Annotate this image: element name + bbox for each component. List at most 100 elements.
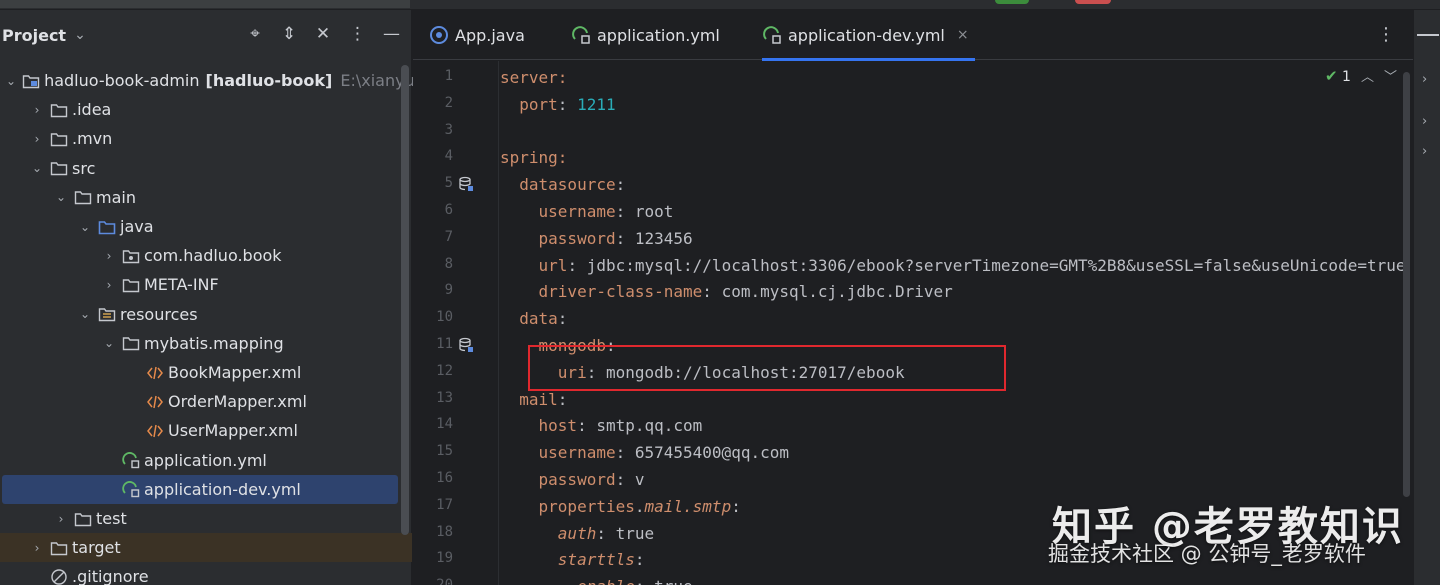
chevron-down-icon[interactable]: ⌄ bbox=[30, 161, 44, 175]
chevron-right-icon[interactable]: › bbox=[1422, 114, 1427, 129]
code-line[interactable]: auth: true bbox=[500, 520, 654, 547]
code-line[interactable]: starttls: bbox=[500, 546, 645, 573]
tree-item-label: UserMapper.xml bbox=[168, 421, 298, 441]
code-line[interactable]: username: root bbox=[500, 198, 674, 225]
module-folder-icon bbox=[22, 72, 40, 90]
tree-item-label: mybatis.mapping bbox=[144, 333, 284, 353]
chevron-down-icon[interactable]: ⌄ bbox=[78, 220, 92, 234]
tree-item[interactable]: application-dev.yml bbox=[2, 474, 398, 504]
chevron-right-icon[interactable]: › bbox=[1422, 144, 1427, 159]
code-token: . bbox=[634, 496, 645, 516]
code-line[interactable]: password: 123456 bbox=[500, 225, 693, 252]
database-icon[interactable] bbox=[458, 337, 474, 357]
tree-item[interactable]: UserMapper.xml bbox=[0, 416, 412, 445]
chevron-right-icon[interactable]: › bbox=[1422, 72, 1427, 87]
minimize-icon[interactable] bbox=[1417, 34, 1439, 36]
tree-item[interactable]: › .idea bbox=[0, 95, 412, 124]
tree-item-label: test bbox=[96, 509, 127, 528]
tree-item[interactable]: › META-INF bbox=[0, 270, 412, 299]
code-token: : bbox=[557, 94, 578, 114]
code-token: url bbox=[538, 255, 568, 275]
chevron-right-icon[interactable]: › bbox=[30, 132, 44, 146]
chevron-right-icon[interactable]: › bbox=[102, 249, 116, 263]
tree-item[interactable]: › com.hadluo.book bbox=[0, 241, 412, 270]
more-icon[interactable]: ⋮ bbox=[1377, 24, 1395, 45]
chevron-down-icon[interactable]: ﹀ bbox=[1384, 66, 1397, 85]
code-token: : v bbox=[615, 470, 645, 489]
code-token: username bbox=[538, 443, 616, 463]
tree-item[interactable]: .gitignore bbox=[0, 562, 412, 585]
line-number: 9 bbox=[444, 282, 453, 299]
code-line[interactable]: enable: true bbox=[500, 573, 693, 585]
stop-indicator[interactable] bbox=[1075, 0, 1111, 4]
minimize-icon[interactable]: — bbox=[383, 24, 400, 44]
chevron-right-icon[interactable]: › bbox=[30, 103, 44, 117]
close-icon[interactable]: × bbox=[957, 27, 969, 43]
tree-item[interactable]: ⌄ src bbox=[0, 154, 412, 183]
tree-item-label: .idea bbox=[72, 100, 112, 120]
locate-icon[interactable]: ⌖ bbox=[247, 24, 263, 44]
code-line[interactable]: driver-class-name: com.mysql.cj.jdbc.Dri… bbox=[500, 278, 953, 305]
tab-label: App.java bbox=[455, 25, 525, 45]
chevron-down-icon[interactable]: ⌄ bbox=[6, 74, 16, 88]
tree-item-label: application.yml bbox=[144, 450, 267, 470]
more-icon[interactable]: ⋮ bbox=[349, 24, 366, 44]
code-line[interactable]: port: 1211 bbox=[500, 91, 615, 118]
code-line[interactable]: properties.mail.smtp: bbox=[500, 493, 741, 520]
chevron-down-icon[interactable]: ⌄ bbox=[78, 307, 92, 321]
chevron-right-icon[interactable]: › bbox=[102, 278, 116, 292]
code-line[interactable]: username: 657455400@qq.com bbox=[500, 439, 789, 466]
project-panel: Project ⌄ ⌖ ⇕ ✕ ⋮ — ⌄ hadluo-book-admin [h… bbox=[0, 10, 443, 585]
tree-item[interactable]: › test bbox=[0, 504, 412, 533]
tab-application-yml[interactable]: application.yml bbox=[571, 10, 720, 60]
code-line[interactable]: password: v bbox=[500, 466, 645, 493]
tree-item[interactable]: ⌄ mybatis.mapping bbox=[0, 329, 412, 358]
chevron-right-icon[interactable]: › bbox=[54, 512, 68, 526]
project-panel-title[interactable]: Project bbox=[2, 26, 66, 45]
line-number: 5 bbox=[444, 175, 453, 192]
editor-scrollbar[interactable] bbox=[1403, 72, 1410, 497]
run-indicator[interactable] bbox=[995, 0, 1029, 4]
line-number: 15 bbox=[436, 443, 453, 460]
tab-application-dev-yml[interactable]: application-dev.yml × bbox=[762, 10, 975, 61]
tree-item[interactable]: › .mvn bbox=[0, 124, 412, 153]
inspection-widget[interactable]: ✔ 1 ︿ ﹀ bbox=[1325, 66, 1397, 86]
line-number: 10 bbox=[436, 309, 453, 326]
project-scrollbar[interactable] bbox=[401, 65, 409, 535]
tree-item[interactable]: OrderMapper.xml bbox=[0, 387, 412, 416]
folder-icon bbox=[74, 510, 92, 528]
tree-item[interactable]: ⌄ main bbox=[0, 183, 412, 212]
close-all-icon[interactable]: ✕ bbox=[315, 24, 331, 44]
chevron-down-icon[interactable]: ⌄ bbox=[54, 190, 68, 204]
tree-item[interactable]: ⌄ hadluo-book-admin [hadluo-book] E:\xianyu… bbox=[0, 66, 443, 95]
chevron-up-icon[interactable]: ︿ bbox=[1361, 66, 1374, 85]
tree-item[interactable]: BookMapper.xml bbox=[0, 358, 412, 387]
tree-item[interactable]: application.yml bbox=[0, 446, 412, 475]
code-line[interactable]: server: bbox=[500, 64, 567, 91]
tree-item[interactable]: › target bbox=[0, 533, 412, 563]
code-line[interactable]: url: jdbc:mysql://localhost:3306/ebook?s… bbox=[500, 252, 1406, 279]
chevron-right-icon[interactable]: › bbox=[30, 541, 44, 555]
line-number: 18 bbox=[436, 523, 453, 540]
database-icon[interactable] bbox=[458, 176, 474, 196]
expand-collapse-icon[interactable]: ⇕ bbox=[281, 24, 297, 44]
chevron-down-icon[interactable]: ⌄ bbox=[74, 27, 86, 43]
code-token: : jdbc:mysql://localhost:3306/ebook?serv… bbox=[567, 255, 1406, 275]
chevron-down-icon[interactable]: ⌄ bbox=[102, 336, 116, 350]
tree-item[interactable]: ⌄ java bbox=[0, 212, 412, 241]
tree-item-label: .mvn bbox=[72, 129, 113, 149]
code-line[interactable]: spring: bbox=[500, 144, 567, 171]
ignore-icon bbox=[50, 568, 68, 585]
code-token: server: bbox=[500, 68, 568, 87]
tab-app-java[interactable]: App.java bbox=[429, 10, 525, 60]
code-line[interactable]: datasource: bbox=[500, 171, 625, 198]
code-line[interactable]: host: smtp.qq.com bbox=[500, 412, 703, 439]
project-panel-header: Project ⌄ ⌖ ⇕ ✕ ⋮ — bbox=[0, 10, 411, 60]
code-line[interactable]: data: bbox=[500, 305, 567, 332]
tree-item[interactable]: ⌄ resources bbox=[0, 300, 412, 329]
code-token: starttls bbox=[557, 550, 635, 570]
